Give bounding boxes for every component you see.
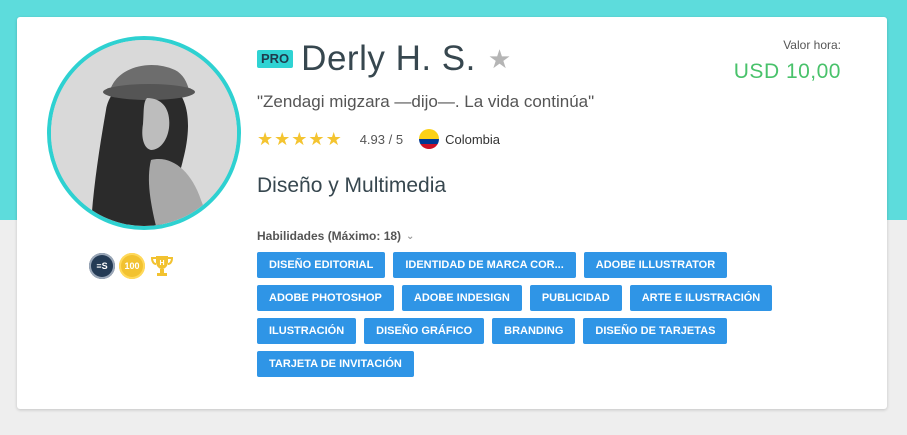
chevron-down-icon[interactable]: ⌄ (406, 231, 414, 242)
skills-title[interactable]: Habilidades (Máximo: 18) ⌄ (257, 229, 414, 243)
star-icon: ★ (291, 129, 308, 149)
freelancer-name[interactable]: Derly H. S. (301, 39, 476, 79)
skill-chip[interactable]: TARJETA DE INVITACIÓN (257, 351, 414, 377)
category: Diseño y Multimedia (257, 174, 447, 197)
hundred-badge-icon[interactable]: 100 (119, 253, 145, 279)
skill-chip[interactable]: ADOBE ILLUSTRATOR (583, 252, 728, 278)
price-label: Valor hora: (783, 38, 841, 52)
skill-chip[interactable]: BRANDING (492, 318, 576, 344)
skill-chip[interactable]: ILUSTRACIÓN (257, 318, 357, 344)
rating-score: 4.93 / 5 (359, 131, 404, 147)
skill-chip[interactable]: ARTE E ILUSTRACIÓN (629, 285, 773, 311)
badges: ≡S 100 H (89, 253, 175, 279)
star-icon: ★ (257, 129, 274, 149)
skill-chip[interactable]: ADOBE PHOTOSHOP (257, 285, 394, 311)
skill-chip[interactable]: DISEÑO GRÁFICO (364, 318, 485, 344)
skill-chip[interactable]: DISEÑO DE TARJETAS (583, 318, 728, 344)
avatar[interactable] (47, 36, 241, 230)
avatar-photo (51, 40, 237, 226)
star-icon: ★ (308, 129, 325, 149)
name-row: PRO Derly H. S. ★ (257, 39, 511, 79)
svg-text:H: H (159, 260, 164, 267)
rating-stars: ★ ★ ★ ★ ★ (257, 130, 342, 148)
skill-chip[interactable]: DISEÑO EDITORIAL (257, 252, 386, 278)
skill-chip[interactable]: ADOBE INDESIGN (401, 285, 522, 311)
level-badge-icon[interactable]: ≡S (89, 253, 115, 279)
star-icon: ★ (325, 129, 342, 149)
pro-badge: PRO (257, 50, 294, 68)
colombia-flag-icon (419, 129, 440, 149)
tagline: "Zendagi migzara —dijo—. La vida continú… (257, 92, 595, 111)
trophy-icon[interactable]: H (149, 253, 175, 279)
rating-row: ★ ★ ★ ★ ★ 4.93 / 5 Colombia (257, 129, 500, 149)
hourly-price: USD 10,00 (733, 60, 841, 83)
star-icon: ★ (274, 129, 291, 149)
freelancer-profile-card: ≡S 100 H PRO Derly H. S. ★ "Zendagi migz… (17, 17, 887, 409)
country: Colombia (445, 131, 500, 147)
skill-chip[interactable]: IDENTIDAD DE MARCA COR... (393, 252, 576, 278)
favorite-star-icon[interactable]: ★ (488, 46, 511, 72)
skills-title-text: Habilidades (Máximo: 18) (257, 229, 402, 243)
skills-list: DISEÑO EDITORIAL IDENTIDAD DE MARCA COR..… (257, 252, 817, 377)
skill-chip[interactable]: PUBLICIDAD (529, 285, 622, 311)
